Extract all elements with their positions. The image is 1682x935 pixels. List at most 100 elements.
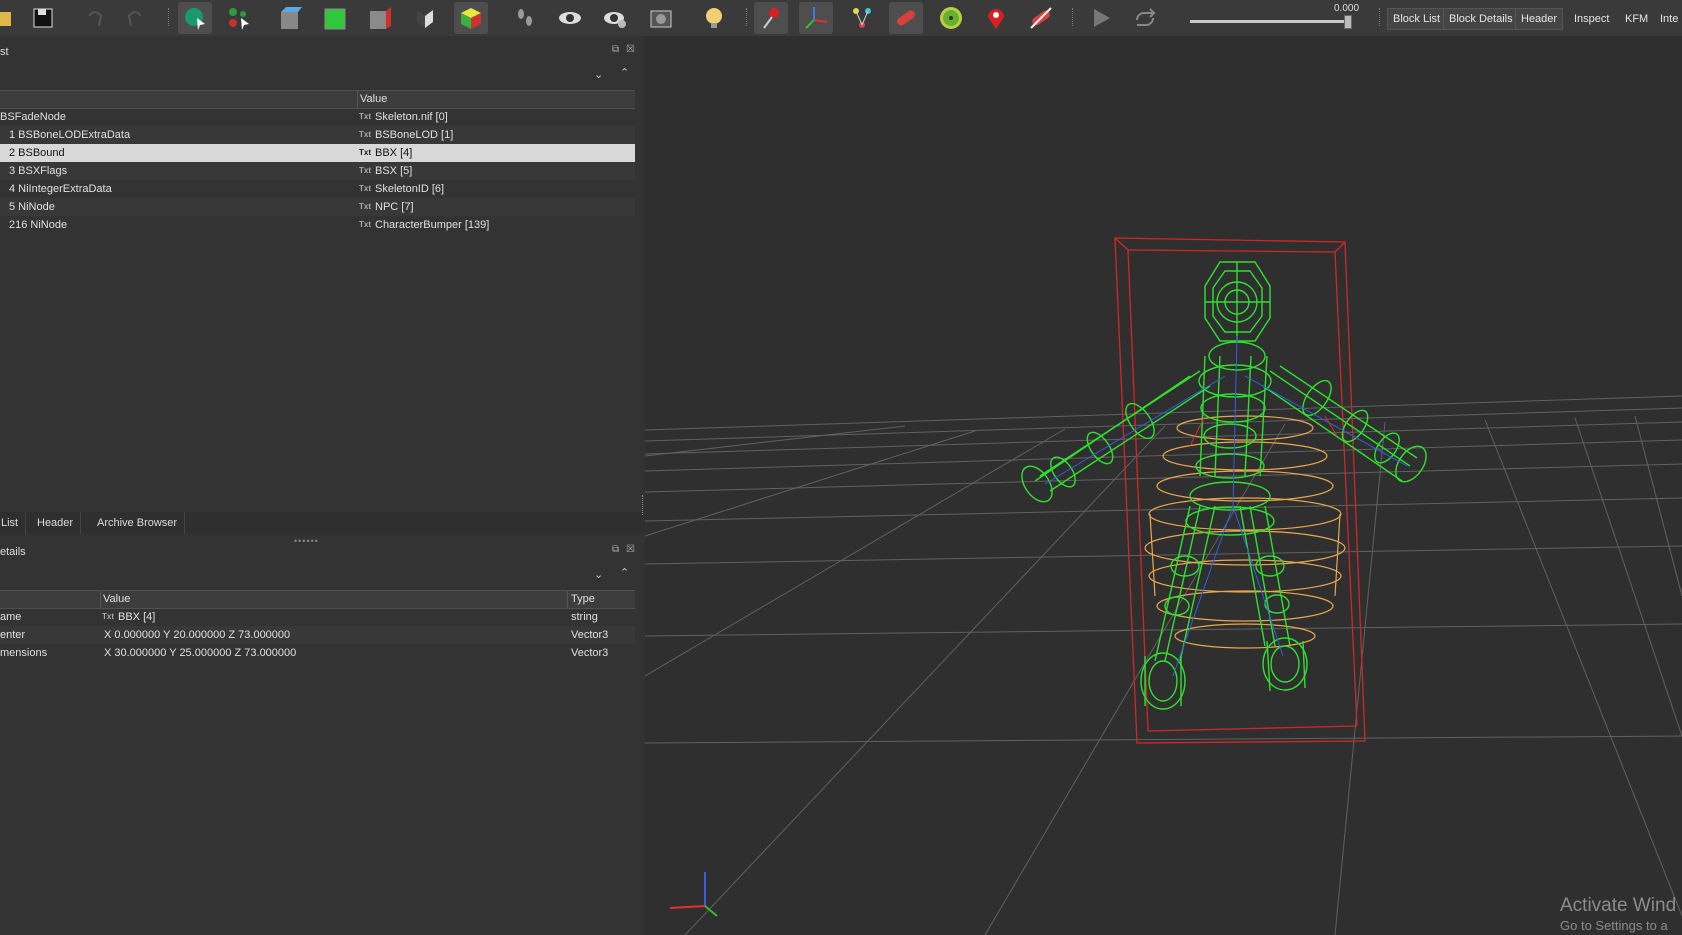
block-row[interactable]: 216 NiNode Txt CharacterBumper [139] [0,216,635,234]
toolbar-tab-inspect[interactable]: Inspect [1568,8,1615,30]
lighting-button[interactable] [697,2,731,34]
toolbar-separator [1072,8,1075,26]
toolbar-tab-kfm[interactable]: KFM [1619,8,1654,30]
block-name: 2 BSBound [9,147,65,159]
folder-icon [0,12,11,26]
block-list-close-button[interactable]: ☒ [626,44,635,55]
column-header-value[interactable]: Value [103,593,130,605]
block-details-float-button[interactable]: ⧉ [612,544,619,555]
block-row[interactable]: BSFadeNode Txt Skeleton.nif [0] [0,108,635,126]
block-name: 1 BSBoneLODExtraData [9,129,131,141]
column-header-type[interactable]: Type [571,593,595,605]
column-divider[interactable] [567,591,568,608]
details-collapse-button[interactable]: ⌄ [594,568,603,581]
tab-archive-browser[interactable]: Archive Browser [90,512,186,534]
text-type-icon: Txt [359,148,371,157]
open-file-button[interactable] [0,2,18,34]
block-value: BBX [4] [375,147,413,159]
view-top-button[interactable] [273,2,307,34]
show-nodes-button[interactable] [598,2,632,34]
select-object-button[interactable] [178,2,212,34]
show-constraints-button[interactable] [934,2,968,34]
left-dock: st ⧉ ☒ ⌄ ⌃ Value BSFadeNode Txt Skeleton.… [0,36,645,935]
detail-row[interactable]: ame Txt BBX [4] string [0,608,635,626]
select-vertex-button[interactable] [222,2,256,34]
block-name: 216 NiNode [9,219,68,231]
panel-splitter[interactable]: •••••• [294,536,319,546]
view-user-button[interactable] [408,2,442,34]
animation-time-value: 0.000 [1334,3,1360,14]
block-value: Skeleton.nif [0] [375,111,448,123]
toolbar-tab-header[interactable]: Header [1515,8,1564,30]
ground-grid [645,395,1682,935]
slider-handle[interactable] [1344,15,1352,29]
block-row[interactable]: 4 NiIntegerExtraData Txt SkeletonID [6] [0,180,635,198]
hide-collision-button[interactable] [1024,2,1058,34]
cube-front-icon [324,8,346,30]
eye-icon [559,12,581,24]
field-type: Vector3 [571,647,609,659]
field-name: enter [0,629,26,641]
view-perspective-button[interactable] [454,2,488,34]
block-list-float-button[interactable]: ⧉ [612,44,619,55]
show-hidden-button[interactable] [553,2,587,34]
screenshot-button[interactable] [644,2,678,34]
column-header-value[interactable]: Value [360,93,387,105]
show-markers-button[interactable] [979,2,1013,34]
camera-icon [650,10,672,28]
show-collision-button[interactable] [889,2,923,34]
eye-settings-icon [604,12,626,28]
windows-activation-title: Activate Wind [1560,895,1677,916]
skeleton-nodes-icon [853,8,871,28]
toolbar-tab-block-list[interactable]: Block List [1387,8,1447,30]
field-name: ame [0,611,22,623]
column-divider[interactable] [100,591,101,608]
block-list-header: Value [0,90,635,109]
play-animation-button[interactable] [1084,2,1118,34]
block-details-close-button[interactable]: ☒ [626,544,635,555]
show-axes-button[interactable] [799,2,833,34]
field-value: BBX [4] [118,611,156,623]
detail-row[interactable]: enter X 0.000000 Y 20.000000 Z 73.000000… [0,626,635,644]
tab-header[interactable]: Header [30,512,82,534]
loop-animation-button[interactable] [1128,2,1162,34]
block-row-selected[interactable]: 2 BSBound Txt BBX [4] [0,144,635,162]
animation-time-slider[interactable] [1190,20,1350,23]
field-name: mensions [0,647,48,659]
toolbar-tab-block-details[interactable]: Block Details [1443,8,1519,30]
pin-icon [763,8,779,29]
toolbar-separator [1379,8,1382,26]
block-row[interactable]: 5 NiNode Txt NPC [7] [0,198,635,216]
play-icon [1094,9,1110,27]
undo-icon [88,11,103,27]
color-cube-icon [461,8,481,29]
redo-button[interactable] [118,2,152,34]
axis-gizmo [669,872,718,917]
walk-mode-button[interactable] [508,2,542,34]
toolbar-tab-interactive[interactable]: Inte [1654,8,1682,30]
collapse-all-button[interactable]: ⌄ [594,68,603,81]
field-type: string [571,611,598,623]
pin-button[interactable] [754,2,788,34]
view-front-button[interactable] [318,2,352,34]
save-button[interactable] [26,2,60,34]
view-side-button[interactable] [363,2,397,34]
detail-row[interactable]: mensions X 30.000000 Y 25.000000 Z 73.00… [0,644,635,662]
expand-all-button[interactable]: ⌃ [620,66,629,79]
cube-top-icon [281,7,302,29]
show-skeleton-button[interactable] [845,2,879,34]
block-value: NPC [7] [375,201,414,213]
block-row[interactable]: 3 BSXFlags Txt BSX [5] [0,162,635,180]
tab-block-list[interactable]: List [0,512,27,534]
block-name: 3 BSXFlags [9,165,68,177]
undo-button[interactable] [78,2,112,34]
3d-viewport[interactable] [645,36,1682,935]
vertex-select-icon [229,8,249,30]
footprints-icon [518,9,532,26]
sphere-cursor-icon [185,8,205,30]
block-row[interactable]: 1 BSBoneLODExtraData Txt BSBoneLOD [1] [0,126,635,144]
column-divider[interactable] [357,91,358,108]
block-name: 4 NiIntegerExtraData [9,183,112,195]
text-type-icon: Txt [359,220,371,229]
details-expand-button[interactable]: ⌃ [620,566,629,579]
